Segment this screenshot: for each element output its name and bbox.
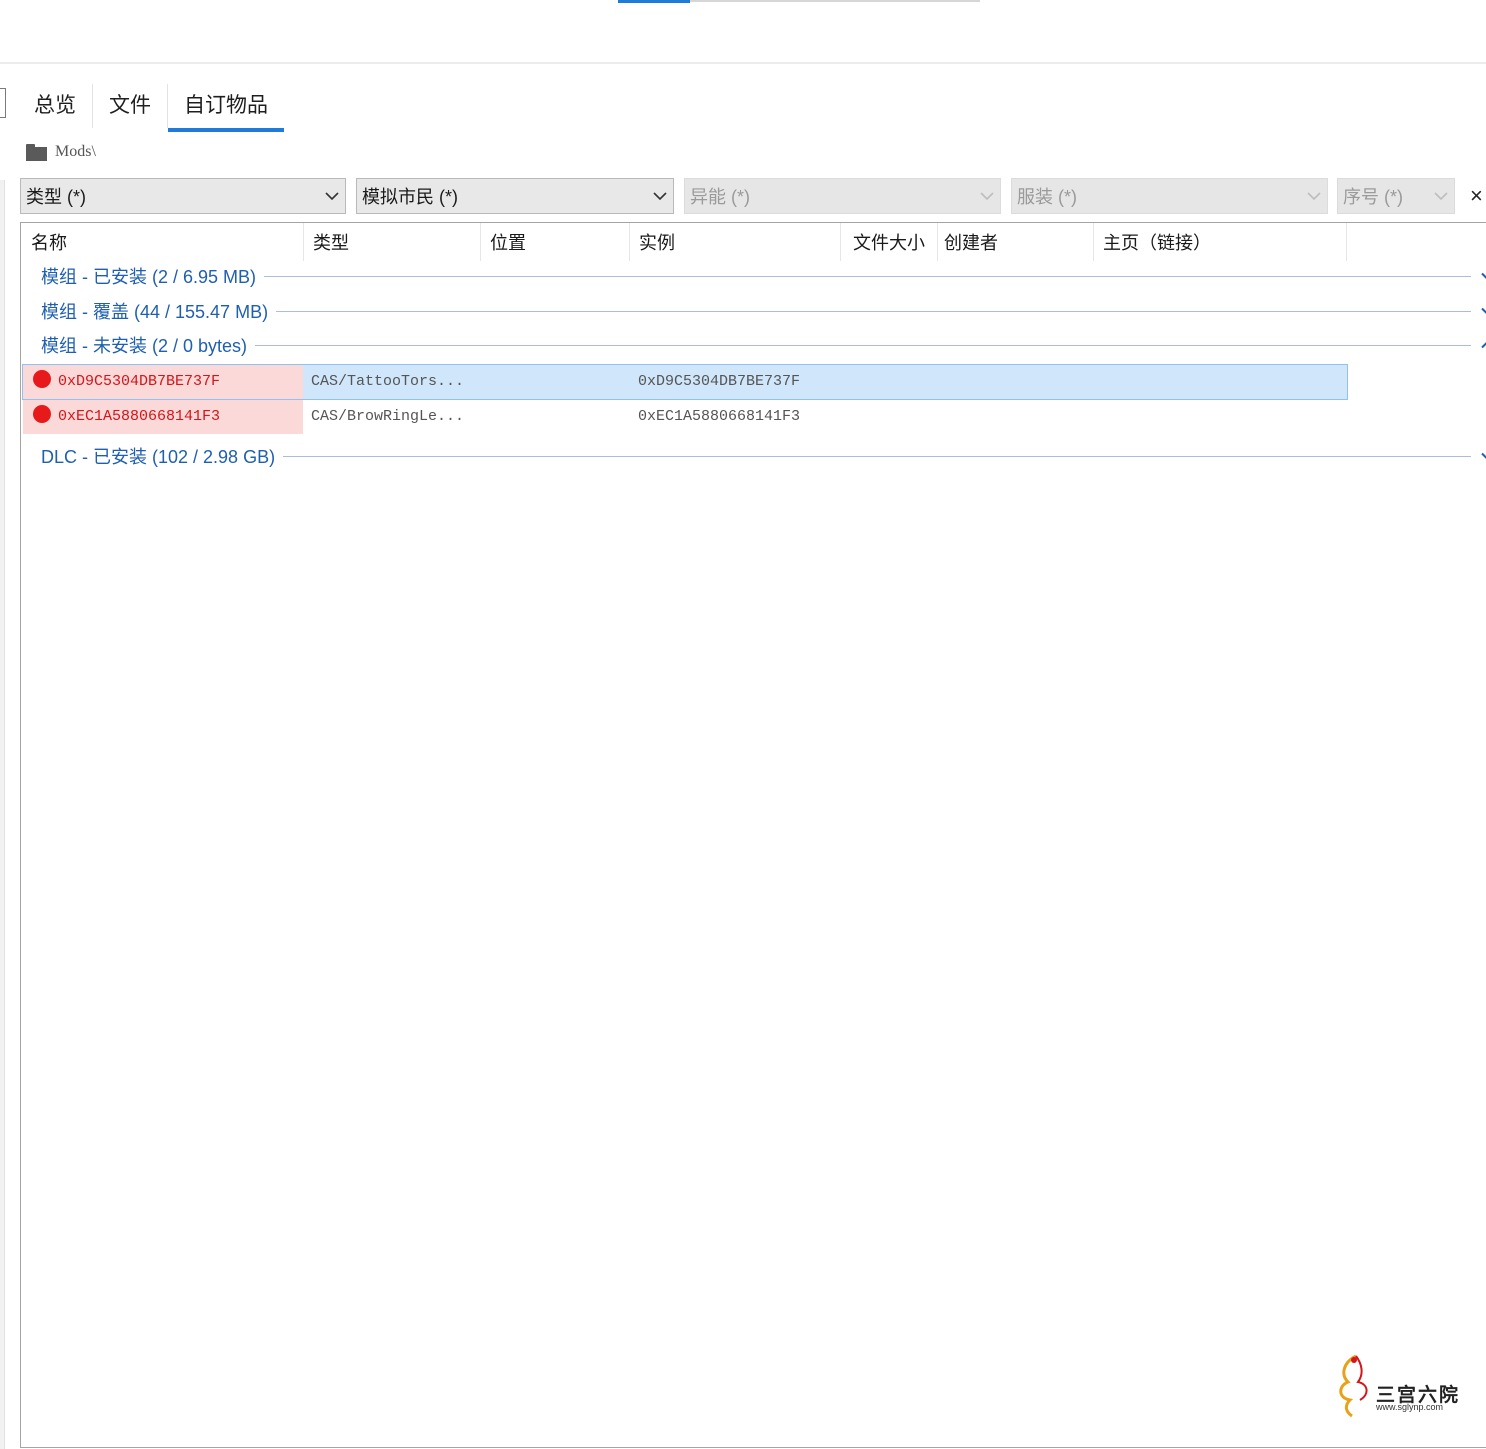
tab-bar: 总览 文件 自订物品 <box>18 84 284 132</box>
chevron-down-icon <box>1301 191 1327 201</box>
table-row[interactable]: 0xD9C5304DB7BE737F CAS/TattooTors... 0xD… <box>22 364 1348 400</box>
clear-filters-close-icon[interactable]: × <box>1470 185 1483 207</box>
filter-type-dropdown[interactable]: 类型 (*) <box>20 178 346 214</box>
left-panel-edge <box>0 180 5 1449</box>
column-header-homepage[interactable]: 主页（链接） <box>1093 223 1347 261</box>
content-list: 名称 类型 位置 实例 文件大小 创建者 主页（链接） 模组 - 已安装 (2 … <box>20 222 1486 1448</box>
watermark-url: www.sglynp.com <box>1376 1402 1444 1412</box>
column-header-location[interactable]: 位置 <box>480 223 630 261</box>
folder-icon <box>26 143 47 161</box>
path-text: Mods\ <box>55 143 96 160</box>
filter-sim-dropdown[interactable]: 模拟市民 (*) <box>356 178 674 214</box>
chevron-down-icon <box>1481 272 1486 279</box>
chevron-down-icon <box>1481 307 1486 314</box>
header-divider <box>0 62 1486 64</box>
group-dlc-installed[interactable]: DLC - 已安装 (102 / 2.98 GB) <box>21 441 1486 471</box>
group-mods-override[interactable]: 模组 - 覆盖 (44 / 155.47 MB) <box>21 296 1486 326</box>
group-mods-not-installed[interactable]: 模组 - 未安装 (2 / 0 bytes) <box>21 330 1486 360</box>
filter-outfit-dropdown[interactable]: 服装 (*) <box>1011 178 1328 214</box>
row-instance: 0xD9C5304DB7BE737F <box>638 373 801 390</box>
list-header: 名称 类型 位置 实例 文件大小 创建者 主页（链接） <box>21 223 1486 261</box>
filter-index-dropdown[interactable]: 序号 (*) <box>1337 178 1455 214</box>
column-header-creator[interactable]: 创建者 <box>934 223 1094 261</box>
phoenix-logo-icon <box>1339 1354 1368 1418</box>
column-header-name[interactable]: 名称 <box>21 223 304 261</box>
group-mods-installed[interactable]: 模组 - 已安装 (2 / 6.95 MB) <box>21 261 1486 291</box>
chevron-down-icon <box>319 191 345 201</box>
tab-overview[interactable]: 总览 <box>18 84 92 128</box>
left-edge-control[interactable] <box>0 88 6 118</box>
column-header-filesize[interactable]: 文件大小 <box>843 223 938 261</box>
column-header-type[interactable]: 类型 <box>303 223 481 261</box>
row-type: CAS/BrowRingLe... <box>311 408 465 425</box>
chevron-down-icon <box>1481 452 1486 459</box>
row-instance: 0xEC1A5880668141F3 <box>638 408 801 425</box>
chevron-up-icon <box>1481 342 1486 349</box>
top-tab-strip <box>690 0 980 2</box>
chevron-down-icon <box>1428 191 1454 201</box>
breadcrumb: Mods\ <box>26 141 96 163</box>
error-status-icon <box>33 370 51 389</box>
watermark-logo: 三宫六院 www.sglynp.com <box>1334 1352 1464 1422</box>
column-header-instance[interactable]: 实例 <box>629 223 841 261</box>
row-name: 0xEC1A5880668141F3 <box>58 408 221 425</box>
tab-custom-content[interactable]: 自订物品 <box>167 84 284 132</box>
chevron-down-icon <box>974 191 1000 201</box>
error-status-icon <box>33 405 51 424</box>
chevron-down-icon <box>647 191 673 201</box>
filter-ability-dropdown[interactable]: 异能 (*) <box>684 178 1001 214</box>
row-name: 0xD9C5304DB7BE737F <box>58 373 221 390</box>
row-type: CAS/TattooTors... <box>311 373 465 390</box>
tab-files[interactable]: 文件 <box>92 84 167 128</box>
top-tab-indicator <box>618 0 690 3</box>
